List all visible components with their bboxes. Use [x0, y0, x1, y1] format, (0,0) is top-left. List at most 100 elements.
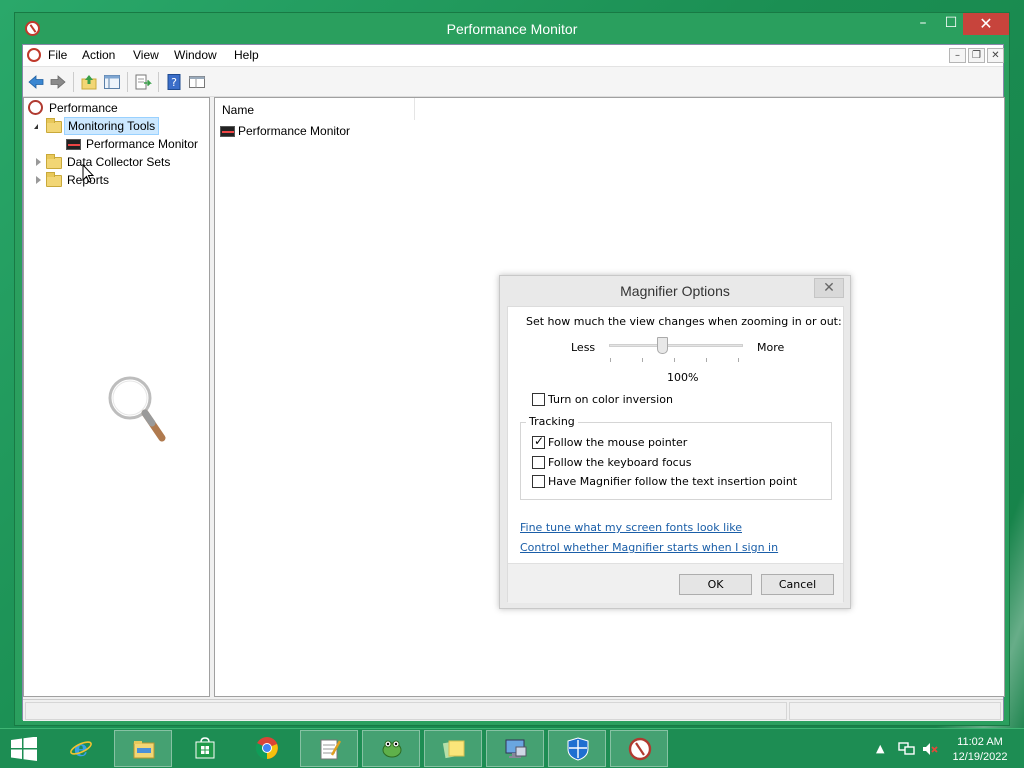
dialog-close-button[interactable]: ✕	[814, 278, 844, 298]
expand-arrow-icon[interactable]	[36, 158, 41, 166]
taskbar-store[interactable]	[176, 730, 234, 767]
expand-arrow-icon[interactable]	[34, 124, 38, 129]
taskbar-chrome[interactable]	[238, 730, 296, 767]
mdi-close-button[interactable]: ✕	[987, 48, 1004, 63]
clock-time: 11:02 AM	[957, 736, 1003, 748]
performance-monitor-icon[interactable]	[27, 48, 41, 62]
reports-folder-icon	[46, 172, 62, 187]
toolbar: ?	[23, 67, 1003, 97]
tree-item-monitoring-tools[interactable]: Monitoring Tools	[32, 117, 202, 135]
tree-item-performance[interactable]: Performance	[28, 99, 208, 117]
tree-item-data-collector-sets[interactable]: Data Collector Sets	[34, 153, 204, 171]
zoom-prompt: Set how much the view changes when zoomi…	[526, 315, 842, 328]
show-hide-tree-icon[interactable]	[103, 73, 121, 91]
taskbar: e ▲ 11:02 AM 12/19/2022	[0, 728, 1024, 768]
taskbar-sticky-notes[interactable]	[424, 730, 482, 767]
zoom-slider-thumb[interactable]	[657, 337, 668, 354]
toolbar-separator	[127, 72, 128, 92]
column-header-name[interactable]: Name	[215, 98, 415, 120]
expand-arrow-icon[interactable]	[36, 176, 41, 184]
performance-monitor-icon	[628, 737, 652, 761]
tree-item-performance-monitor[interactable]: Performance Monitor	[66, 135, 206, 153]
back-arrow-icon[interactable]	[27, 73, 45, 91]
tracking-legend: Tracking	[526, 415, 578, 428]
up-folder-icon[interactable]	[80, 73, 98, 91]
taskbar-internet-explorer[interactable]: e	[52, 730, 110, 767]
dialog-footer: OK Cancel	[508, 563, 843, 603]
less-label: Less	[571, 341, 596, 354]
fine-tune-fonts-link[interactable]: Fine tune what my screen fonts look like	[520, 521, 742, 534]
slider-tick	[738, 358, 739, 362]
folder-icon	[46, 118, 62, 133]
taskbar-frogger[interactable]	[362, 730, 420, 767]
tree-item-label: Performance Monitor	[86, 137, 199, 151]
follow-keyboard-label[interactable]: Follow the keyboard focus	[548, 456, 691, 469]
slider-tick	[706, 358, 707, 362]
notepad-icon	[320, 739, 342, 760]
taskbar-performance-monitor[interactable]	[610, 730, 668, 767]
volume-muted-icon[interactable]	[921, 741, 939, 757]
taskbar-defender[interactable]	[548, 730, 606, 767]
properties-window-icon[interactable]	[188, 73, 206, 91]
dialog-title: Magnifier Options	[620, 283, 730, 299]
store-icon	[195, 737, 215, 759]
ok-button[interactable]: OK	[679, 574, 752, 595]
sticky-notes-icon	[442, 740, 465, 759]
slider-tick	[610, 358, 611, 362]
forward-arrow-icon[interactable]	[49, 73, 67, 91]
zoom-slider-track[interactable]	[609, 344, 743, 347]
menu-help[interactable]: Help	[234, 48, 259, 62]
menu-bar: File Action View Window Help – ❐ ✕	[23, 45, 1004, 67]
more-label: More	[757, 341, 785, 354]
start-windows-icon[interactable]	[10, 737, 38, 761]
title-bar[interactable]: Performance Monitor – ☐ ✕	[15, 13, 1009, 45]
svg-text:e: e	[74, 736, 88, 760]
close-button[interactable]: ✕	[963, 13, 1009, 35]
menu-file[interactable]: File	[48, 48, 67, 62]
chrome-icon	[255, 737, 278, 760]
show-hidden-icons-icon[interactable]: ▲	[876, 742, 884, 755]
magnifier-signin-link[interactable]: Control whether Magnifier starts when I …	[520, 541, 778, 554]
remote-desktop-icon	[505, 739, 527, 758]
list-item-label: Performance Monitor	[238, 124, 351, 138]
performance-chart-icon	[66, 139, 81, 150]
menu-window[interactable]: Window	[174, 48, 217, 62]
svg-text:?: ?	[171, 76, 177, 89]
color-inversion-checkbox[interactable]	[532, 393, 545, 406]
magnifier-lens-icon[interactable]	[108, 376, 170, 446]
taskbar-notepad[interactable]	[300, 730, 358, 767]
follow-keyboard-checkbox[interactable]	[532, 456, 545, 469]
zoom-value: 100%	[667, 371, 699, 384]
performance-icon	[28, 100, 43, 115]
taskbar-clock[interactable]: 11:02 AM 12/19/2022	[948, 735, 1012, 765]
menu-view[interactable]: View	[133, 48, 159, 62]
follow-text-label[interactable]: Have Magnifier follow the text insertion…	[548, 475, 797, 488]
export-list-icon[interactable]	[134, 73, 152, 91]
follow-mouse-checkbox[interactable]	[532, 434, 545, 449]
cancel-button[interactable]: Cancel	[761, 574, 834, 595]
folder-icon	[46, 154, 62, 169]
slider-tick	[642, 358, 643, 362]
follow-text-checkbox[interactable]	[532, 475, 545, 488]
internet-explorer-icon: e	[70, 736, 92, 760]
frogger-icon	[382, 740, 402, 758]
minimize-button[interactable]: –	[909, 13, 937, 35]
mdi-restore-button[interactable]: ❐	[968, 48, 985, 63]
tree-item-label: Performance	[49, 101, 118, 115]
mouse-cursor-icon	[82, 164, 94, 183]
defender-icon	[567, 737, 589, 761]
window-title: Performance Monitor	[446, 21, 578, 37]
maximize-button[interactable]: ☐	[937, 13, 965, 35]
taskbar-remote-desktop[interactable]	[486, 730, 544, 767]
taskbar-file-explorer[interactable]	[114, 730, 172, 767]
menu-action[interactable]: Action	[82, 48, 115, 62]
help-icon[interactable]: ?	[165, 73, 183, 91]
mdi-minimize-button[interactable]: –	[949, 48, 966, 63]
follow-mouse-label[interactable]: Follow the mouse pointer	[548, 436, 687, 449]
tree-item-reports[interactable]: Reports	[34, 171, 204, 189]
color-inversion-label[interactable]: Turn on color inversion	[548, 393, 673, 406]
network-icon[interactable]	[897, 741, 915, 757]
status-bar	[23, 699, 1003, 721]
column-header-label: Name	[222, 103, 255, 117]
dialog-body: Set how much the view changes when zoomi…	[507, 306, 844, 603]
